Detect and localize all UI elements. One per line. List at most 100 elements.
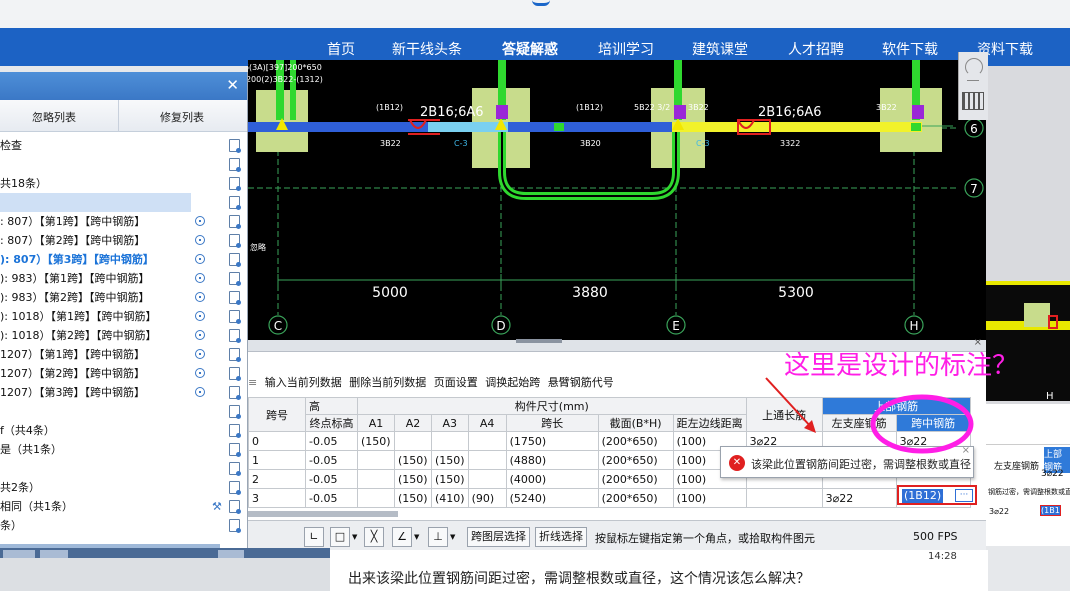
doc-icon[interactable] <box>229 158 241 172</box>
taskbar-app[interactable] <box>218 550 244 558</box>
tree-row[interactable] <box>0 459 248 478</box>
doc-icon[interactable] <box>229 234 241 248</box>
dropdown-arrow-icon[interactable]: ▼ <box>352 533 357 541</box>
tree-row <box>191 193 248 212</box>
nav-training[interactable]: 培训学习 <box>598 39 654 59</box>
cross-icon[interactable]: ╳ <box>364 527 384 547</box>
nav-classroom[interactable]: 建筑课堂 <box>692 39 748 59</box>
tree-row[interactable] <box>0 402 248 421</box>
doc-icon[interactable] <box>229 367 241 381</box>
view-toolbar-strip[interactable] <box>958 52 988 120</box>
mid-span-value[interactable]: (1B12) <box>902 489 944 503</box>
dim-3880: 3880 <box>572 285 608 301</box>
tree-row[interactable]: 共18条） <box>0 174 248 193</box>
doc-icon[interactable] <box>229 481 241 495</box>
doc-icon[interactable] <box>229 462 241 476</box>
tree-row[interactable]: 共2条） <box>0 478 248 497</box>
doc-icon[interactable] <box>229 519 241 533</box>
page-setup-button[interactable]: 页面设置 <box>434 376 478 389</box>
tree-row[interactable] <box>0 155 248 174</box>
tree-row[interactable]: 检查 <box>0 136 248 155</box>
table-row[interactable]: 3 -0.05 (150) (410) (90) (5240) (200*650) (100)… <box>248 488 971 508</box>
tree-row[interactable]: 是（共1条） <box>0 440 248 459</box>
tree-row[interactable]: ): 983）【第1跨】【跨中钢筋】 <box>0 269 248 288</box>
doc-icon[interactable] <box>229 139 241 153</box>
tree-row[interactable]: ): 1018）【第2跨】【跨中钢筋】 <box>0 326 248 345</box>
tab-ignore-list[interactable]: 忽略列表 <box>32 109 76 125</box>
table-toolbar: ≡ 输入当前列数据 删除当前列数据 页面设置 调换起始跨 悬臂钢筋代号 <box>248 374 618 394</box>
polyline-select-button[interactable]: 折线选择 <box>535 527 587 547</box>
tree-row[interactable]: 1207）【第1跨】【跨中钢筋】 <box>0 345 248 364</box>
locate-icon[interactable] <box>195 311 205 321</box>
nav-home[interactable]: 首页 <box>327 39 355 59</box>
delete-column-button[interactable]: 删除当前列数据 <box>349 376 426 389</box>
view-arrow-icon[interactable] <box>967 80 979 88</box>
doc-icon[interactable] <box>229 424 241 438</box>
locate-icon[interactable] <box>195 387 205 397</box>
tab-fix-list[interactable]: 修复列表 <box>160 109 204 125</box>
cad-label-ignore: 忽略 <box>250 242 266 252</box>
mid-span-edit-cell[interactable]: (1B12) ··· <box>897 485 977 505</box>
tree-row[interactable]: 1207）【第3跨】【跨中钢筋】 <box>0 383 248 402</box>
locate-icon[interactable] <box>195 273 205 283</box>
tree-row[interactable]: f（共4条） <box>0 421 248 440</box>
wrench-icon[interactable]: ⚒ <box>212 497 222 516</box>
nav-jobs[interactable]: 人才招聘 <box>788 39 844 59</box>
doc-icon[interactable] <box>229 310 241 324</box>
close-icon[interactable]: ✕ <box>226 76 239 94</box>
cantilever-code-button[interactable]: 悬臂钢筋代号 <box>548 376 614 389</box>
logo-mark <box>532 0 550 6</box>
input-column-button[interactable]: 输入当前列数据 <box>265 376 342 389</box>
locate-icon[interactable] <box>195 330 205 340</box>
ortho-icon[interactable]: ∟ <box>304 527 324 547</box>
tree-row[interactable]: 相同（共1条） ⚒ <box>0 497 248 516</box>
tree-row-active[interactable]: ): 807）【第3跨】【跨中钢筋】 <box>0 250 248 269</box>
nav-headlines[interactable]: 新干线头条 <box>392 39 462 59</box>
cad-drawing[interactable]: C D E H 6 7 5000 3880 5300 DKL6(3A)[397]… <box>248 60 986 340</box>
tree-row[interactable]: ): 983）【第2跨】【跨中钢筋】 <box>0 288 248 307</box>
offset-icon[interactable]: ⊥ <box>428 527 448 547</box>
angle-icon[interactable]: ∠ <box>392 527 412 547</box>
taskbar-app[interactable] <box>40 550 68 558</box>
tree-row[interactable]: 条） <box>0 516 248 535</box>
doc-icon[interactable] <box>229 291 241 305</box>
splitter-grip[interactable] <box>516 339 562 343</box>
swap-start-span-button[interactable]: 调换起始跨 <box>485 376 540 389</box>
locate-icon[interactable] <box>195 368 205 378</box>
locate-icon[interactable] <box>195 292 205 302</box>
tree-row[interactable]: : 807）【第2跨】【跨中钢筋】 <box>0 231 248 250</box>
doc-icon[interactable] <box>229 386 241 400</box>
nav-software[interactable]: 软件下载 <box>882 39 938 59</box>
doc-icon[interactable] <box>229 348 241 362</box>
doc-icon[interactable] <box>229 443 241 457</box>
dropdown-arrow-icon[interactable]: ▼ <box>450 533 455 541</box>
doc-icon[interactable] <box>229 405 241 419</box>
check-results-panel: ✕ 忽略列表 修复列表 检查 共18条） : 807）【第1跨】【跨中钢筋】 :… <box>0 72 248 550</box>
taskbar-app[interactable] <box>3 550 35 558</box>
tree-row[interactable]: 1207）【第2跨】【跨中钢筋】 <box>0 364 248 383</box>
dropdown-arrow-icon[interactable]: ▼ <box>414 533 419 541</box>
locate-icon[interactable] <box>195 349 205 359</box>
calculator-icon[interactable] <box>962 92 984 110</box>
tooltip-close-icon[interactable]: × <box>962 445 970 456</box>
doc-icon[interactable] <box>229 253 241 267</box>
tree-row[interactable]: : 807）【第1跨】【跨中钢筋】 <box>0 212 248 231</box>
locate-icon[interactable] <box>195 216 205 226</box>
doc-icon[interactable] <box>229 196 241 210</box>
snap-box-icon[interactable]: □ <box>330 527 350 547</box>
doc-icon[interactable] <box>229 500 241 514</box>
locate-icon[interactable] <box>195 254 205 264</box>
doc-icon[interactable] <box>229 215 241 229</box>
doc-icon[interactable] <box>229 329 241 343</box>
rotate-view-icon[interactable] <box>965 58 983 76</box>
tree-row[interactable]: ): 1018）【第1跨】【跨中钢筋】 <box>0 307 248 326</box>
cross-layer-select-button[interactable]: 跨图层选择 <box>467 527 530 547</box>
table-hscroll[interactable] <box>248 511 398 517</box>
more-options-button[interactable]: ··· <box>955 489 973 502</box>
nav-qa[interactable]: 答疑解惑 <box>502 39 558 59</box>
cad-canvas[interactable]: C D E H 6 7 5000 3880 5300 DKL6(3A)[397]… <box>248 60 986 340</box>
doc-icon[interactable] <box>229 177 241 191</box>
doc-icon[interactable] <box>229 272 241 286</box>
tree-row-selected[interactable] <box>0 193 191 212</box>
locate-icon[interactable] <box>195 235 205 245</box>
